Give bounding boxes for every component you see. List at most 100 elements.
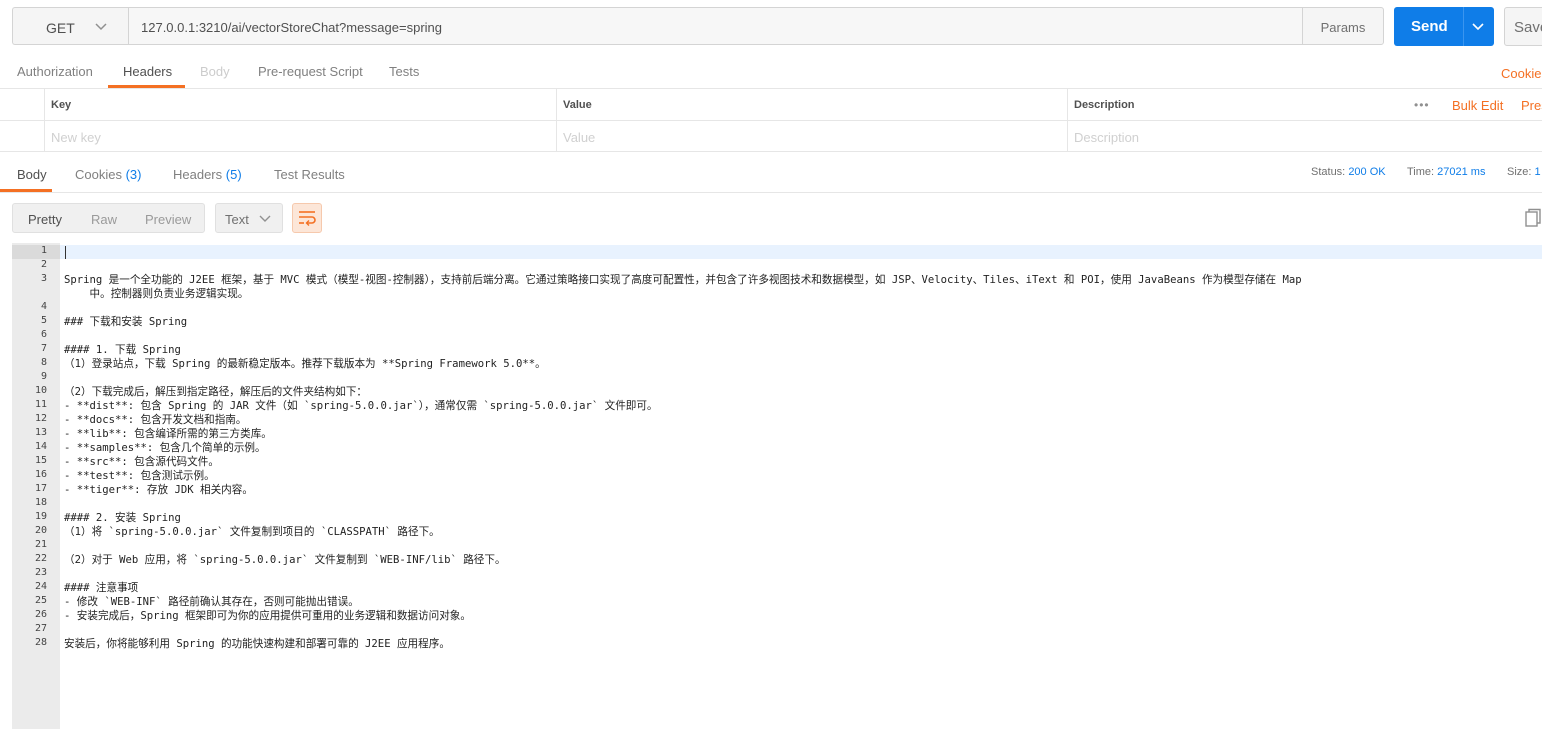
request-tabs: Authorization Headers Body Pre-request S… [0, 56, 1542, 88]
send-button[interactable]: Send [1394, 7, 1494, 46]
response-body-editor[interactable]: 1 2 3 Spring 是一个全功能的 J2EE 框架，基于 MVC 模式（模型-视… [12, 243, 1542, 729]
code-line: 15 - **src**: 包含源代码文件。 [12, 455, 1542, 469]
code-line: 4 [12, 301, 1542, 315]
method-label: GET [46, 20, 75, 36]
code-line: 26 - 安装完成后，Spring 框架即可为你的应用提供可重用的业务逻辑和数据访… [12, 609, 1542, 623]
send-label: Send [1411, 18, 1448, 35]
chevron-down-icon [95, 23, 107, 31]
code-line: 22 （2）对于 Web 应用，将 `spring-5.0.0.jar` 文件复制… [12, 553, 1542, 567]
line-number: 28 [34, 637, 47, 648]
column-value: Value [556, 89, 1067, 120]
presets-link[interactable]: Pres [1521, 98, 1542, 113]
headers-count: (5) [225, 167, 242, 182]
code-line: 11 - **dist**: 包含 Spring 的 JAR 文件（如 `spri… [12, 399, 1542, 413]
line-number: 15 [34, 455, 47, 466]
line-number: 6 [40, 329, 47, 340]
language-label: Text [225, 212, 249, 227]
tab-body[interactable]: Body [200, 64, 230, 79]
tab-tests[interactable]: Tests [389, 64, 419, 79]
code-line: 6 [12, 329, 1542, 343]
code-line: 3 Spring 是一个全功能的 J2EE 框架，基于 MVC 模式（模型-视图-… [12, 273, 1542, 287]
column-description-label: Description [1074, 99, 1135, 111]
time-info: Time: 27021 ms [1407, 166, 1485, 178]
line-text: - **tiger**: 存放 JDK 相关内容。 [64, 484, 253, 496]
language-dropdown[interactable]: Text [215, 203, 283, 233]
line-text: #### 1. 下载 Spring [64, 344, 181, 356]
save-button[interactable]: Save [1504, 7, 1542, 46]
raw-button[interactable]: Raw [91, 212, 117, 227]
line-number: 8 [40, 357, 47, 368]
line-number: 11 [34, 399, 47, 410]
code-line: 16 - **test**: 包含测试示例。 [12, 469, 1542, 483]
code-line: 20 （1）将 `spring-5.0.0.jar` 文件复制到项目的 `CLAS… [12, 525, 1542, 539]
code-line: 12 - **docs**: 包含开发文档和指南。 [12, 413, 1542, 427]
bulk-edit-link[interactable]: Bulk Edit [1452, 98, 1503, 113]
send-options-chevron-icon[interactable] [1471, 19, 1485, 33]
line-text: - **dist**: 包含 Spring 的 JAR 文件（如 `spring… [64, 400, 658, 412]
tab-response-cookies[interactable]: Cookies (3) [75, 167, 141, 182]
code-line: 9 [12, 371, 1542, 385]
key-input[interactable]: New key [44, 121, 556, 152]
code-line: 27 [12, 623, 1542, 637]
line-number: 5 [40, 315, 47, 326]
row-checkbox-cell [0, 121, 44, 152]
url-input[interactable]: 127.0.0.1:3210/ai/vectorStoreChat?messag… [128, 7, 1303, 45]
chevron-down-icon [259, 215, 271, 222]
tab-response-headers[interactable]: Headers (5) [173, 167, 242, 182]
line-number: 1 [40, 245, 47, 256]
tab-headers[interactable]: Headers [123, 64, 172, 79]
size-label: Size: [1507, 166, 1532, 178]
line-text: - **docs**: 包含开发文档和指南。 [64, 414, 247, 426]
code-line: 24 #### 注意事项 [12, 581, 1542, 595]
send-divider [1463, 7, 1464, 46]
column-key-label: Key [51, 99, 72, 111]
headers-table-row: New key Value Description [0, 121, 1542, 152]
tab-test-results[interactable]: Test Results [274, 167, 345, 182]
value-input[interactable]: Value [556, 121, 1067, 152]
headers-table: Key Value Description ••• Bulk Edit Pres… [0, 88, 1542, 152]
tab-response-cookies-label: Cookies [75, 167, 122, 182]
line-text: 中。控制器则负责业务逻辑实现。 [64, 288, 249, 300]
params-button[interactable]: Params [1302, 7, 1384, 45]
copy-icon[interactable] [1524, 208, 1542, 228]
line-text: - **samples**: 包含几个简单的示例。 [64, 442, 266, 454]
status-info: Status: 200 OK [1311, 166, 1386, 178]
cookies-link[interactable]: Cookies [1501, 66, 1542, 81]
wrap-lines-button[interactable] [292, 203, 322, 233]
line-text: - **test**: 包含测试示例。 [64, 470, 215, 482]
code-line: 23 [12, 567, 1542, 581]
line-number: 14 [34, 441, 47, 452]
code-line: 7 #### 1. 下载 Spring [12, 343, 1542, 357]
line-number: 23 [34, 567, 47, 578]
line-number: 27 [34, 623, 47, 634]
code-line: 21 [12, 539, 1542, 553]
tab-authorization[interactable]: Authorization [17, 64, 93, 79]
description-input[interactable]: Description [1067, 121, 1542, 152]
tab-prerequest-script[interactable]: Pre-request Script [258, 64, 363, 79]
description-placeholder: Description [1074, 130, 1140, 145]
line-number: 22 [34, 553, 47, 564]
line-number: 19 [34, 511, 47, 522]
line-number: 10 [34, 385, 47, 396]
code-line: 19 #### 2. 安装 Spring [12, 511, 1542, 525]
url-value: 127.0.0.1:3210/ai/vectorStoreChat?messag… [141, 20, 442, 35]
size-value: 1 [1534, 166, 1541, 178]
code-line: 17 - **tiger**: 存放 JDK 相关内容。 [12, 483, 1542, 497]
line-number: 24 [34, 581, 47, 592]
line-text: #### 2. 安装 Spring [64, 512, 181, 524]
wrap-lines-icon [299, 211, 316, 226]
line-text: ### 下载和安装 Spring [64, 316, 188, 328]
pretty-button[interactable]: Pretty [28, 212, 62, 227]
time-label: Time: [1407, 166, 1435, 178]
line-text: 安装后，你将能够利用 Spring 的功能快速构建和部署可靠的 J2EE 应用程… [64, 638, 450, 650]
checkbox-column [0, 89, 44, 120]
preview-button[interactable]: Preview [145, 212, 191, 227]
more-options-icon[interactable]: ••• [1414, 98, 1430, 112]
code-line: 14 - **samples**: 包含几个简单的示例。 [12, 441, 1542, 455]
method-dropdown[interactable]: GET [12, 7, 128, 45]
column-value-label: Value [563, 99, 592, 111]
line-text: （2）下载完成后，解压到指定路径，解压后的文件夹结构如下： [64, 386, 368, 398]
value-placeholder: Value [563, 130, 596, 145]
code-line: 13 - **lib**: 包含编译所需的第三方类库。 [12, 427, 1542, 441]
tab-response-body[interactable]: Body [17, 167, 47, 182]
